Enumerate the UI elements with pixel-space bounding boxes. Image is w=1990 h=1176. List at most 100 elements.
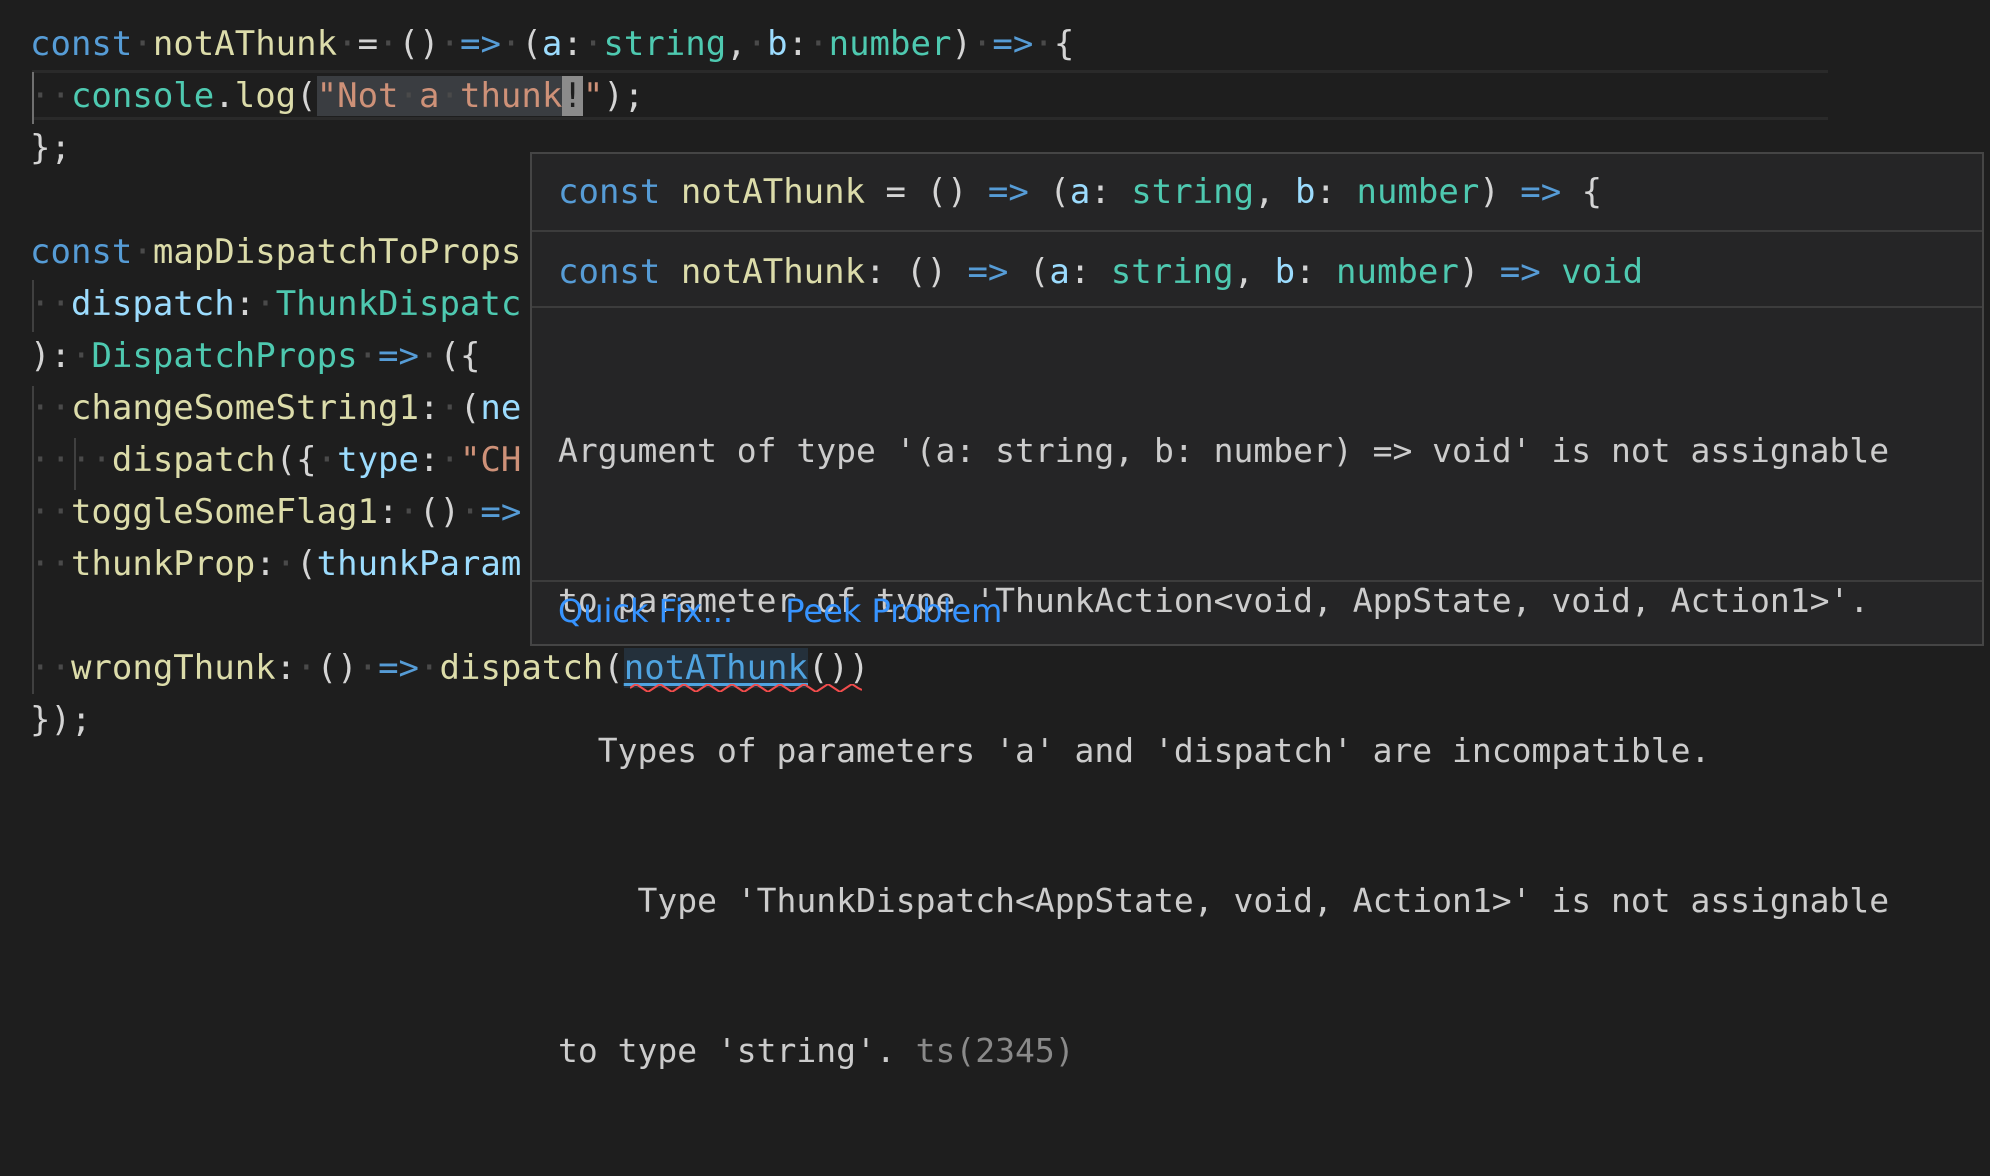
code-token: mapDispatchToProps — [152, 232, 522, 272]
code-token: ( — [296, 76, 317, 116]
hover-tooltip: const notAThunk = () => (a: string, b: n… — [530, 152, 1984, 1070]
code-token: { — [1561, 172, 1603, 212]
error-message-line: Types of parameters 'a' and 'dispatch' a… — [558, 731, 1711, 770]
code-token: => — [967, 252, 1009, 292]
code-token: => — [378, 336, 419, 376]
code-token: ); — [603, 76, 645, 116]
code-line: }; — [30, 122, 71, 174]
code-token: · — [746, 24, 768, 64]
code-line: }); — [30, 694, 91, 746]
code-token: · — [132, 24, 153, 64]
code-token: , — [1233, 252, 1275, 292]
code-token: · — [808, 24, 829, 64]
code-token: => — [1499, 252, 1541, 292]
code-token: : — [378, 492, 399, 532]
code-token: : — [275, 648, 297, 688]
code-token: · — [357, 648, 379, 688]
quick-fix-link[interactable]: Quick Fix... — [558, 592, 733, 630]
code-token: "Not — [316, 76, 399, 116]
peek-problem-link[interactable]: Peek Problem — [785, 592, 1002, 630]
code-token: ne — [480, 388, 522, 428]
code-token: ! — [562, 76, 583, 116]
code-token: b — [767, 24, 788, 64]
code-token: ·· — [30, 284, 71, 324]
code-token: · — [275, 544, 297, 584]
code-token: "CH — [459, 440, 522, 480]
code-token: : — [418, 440, 440, 480]
code-token: type — [337, 440, 419, 480]
code-line: const·notAThunk·=·()·=>·(a:·string,·b:·n… — [30, 18, 1074, 70]
code-token: : — [418, 388, 440, 428]
code-token: notAThunk — [680, 172, 866, 212]
code-token: log — [234, 76, 297, 116]
code-token: DispatchProps — [91, 336, 358, 376]
code-token: const — [30, 232, 133, 272]
code-line: ··console.log("Not·a·thunk!"); — [30, 70, 644, 122]
code-token: : () — [865, 252, 968, 292]
code-token: ): — [30, 336, 71, 376]
code-token: a — [541, 24, 563, 64]
code-token: , — [726, 24, 747, 64]
code-token: b — [1274, 252, 1296, 292]
code-token: · — [500, 24, 522, 64]
code-token: string — [1110, 252, 1234, 292]
code-token: : — [1069, 252, 1111, 292]
code-token: a — [1049, 252, 1070, 292]
code-token: thunk — [459, 76, 563, 116]
error-message-line: Type 'ThunkDispatch<AppState, void, Acti… — [558, 881, 1890, 920]
code-token: ( — [521, 24, 542, 64]
code-token: : — [234, 284, 256, 324]
code-token: ThunkDispatc — [275, 284, 522, 324]
error-code: ts(2345) — [915, 1031, 1075, 1070]
code-token: () — [398, 24, 440, 64]
error-message-last: to type 'string'. — [558, 1031, 896, 1070]
code-token: b — [1295, 172, 1316, 212]
error-message: Argument of type '(a: string, b: number)… — [558, 326, 1968, 1176]
code-token: const — [30, 24, 133, 64]
code-token: ·· — [30, 388, 71, 428]
code-token: ) — [951, 24, 972, 64]
code-token: => — [459, 24, 501, 64]
hover-separator — [532, 306, 1982, 308]
code-token: · — [357, 336, 379, 376]
code-token: => — [1520, 172, 1562, 212]
code-token: ( — [1008, 252, 1050, 292]
code-line: ····dispatch({·type:·"CH — [30, 434, 521, 486]
code-line: ··dispatch:·ThunkDispatc — [30, 278, 521, 330]
code-token: notAThunk — [152, 24, 338, 64]
code-token: changeSomeString1 — [70, 388, 419, 428]
code-token: number — [828, 24, 952, 64]
code-token: thunkProp — [70, 544, 256, 584]
code-token: notAThunk — [680, 252, 866, 292]
code-token: · — [582, 24, 604, 64]
code-token: : — [562, 24, 583, 64]
error-message-line: Argument of type '(a: string, b: number)… — [558, 431, 1890, 470]
code-token: · — [398, 492, 419, 532]
code-token: = () — [865, 172, 988, 212]
code-token: · — [418, 336, 440, 376]
code-token: void — [1561, 252, 1644, 292]
code-token: toggleSomeFlag1 — [70, 492, 378, 532]
code-token: · — [971, 24, 993, 64]
code-token: () — [418, 492, 460, 532]
code-token: () — [316, 648, 358, 688]
code-token: wrongThunk — [70, 648, 276, 688]
code-token: ·· — [30, 76, 71, 116]
code-token: · — [316, 440, 338, 480]
code-token: { — [1053, 24, 1075, 64]
code-token: => — [987, 172, 1029, 212]
code-token: ( — [296, 544, 317, 584]
code-token: thunkParam — [316, 544, 522, 584]
code-token: · — [296, 648, 317, 688]
code-token: const — [558, 172, 661, 212]
code-token: a — [1069, 172, 1091, 212]
code-token: · — [70, 336, 92, 376]
code-line: ):·DispatchProps·=>·({ — [30, 330, 480, 382]
code-token: number — [1336, 252, 1459, 292]
code-token: · — [459, 492, 481, 532]
code-token: ·· — [30, 492, 71, 532]
code-token: ) — [1458, 252, 1500, 292]
error-message-line: to type 'string'. ts(2345) — [558, 1026, 1968, 1076]
